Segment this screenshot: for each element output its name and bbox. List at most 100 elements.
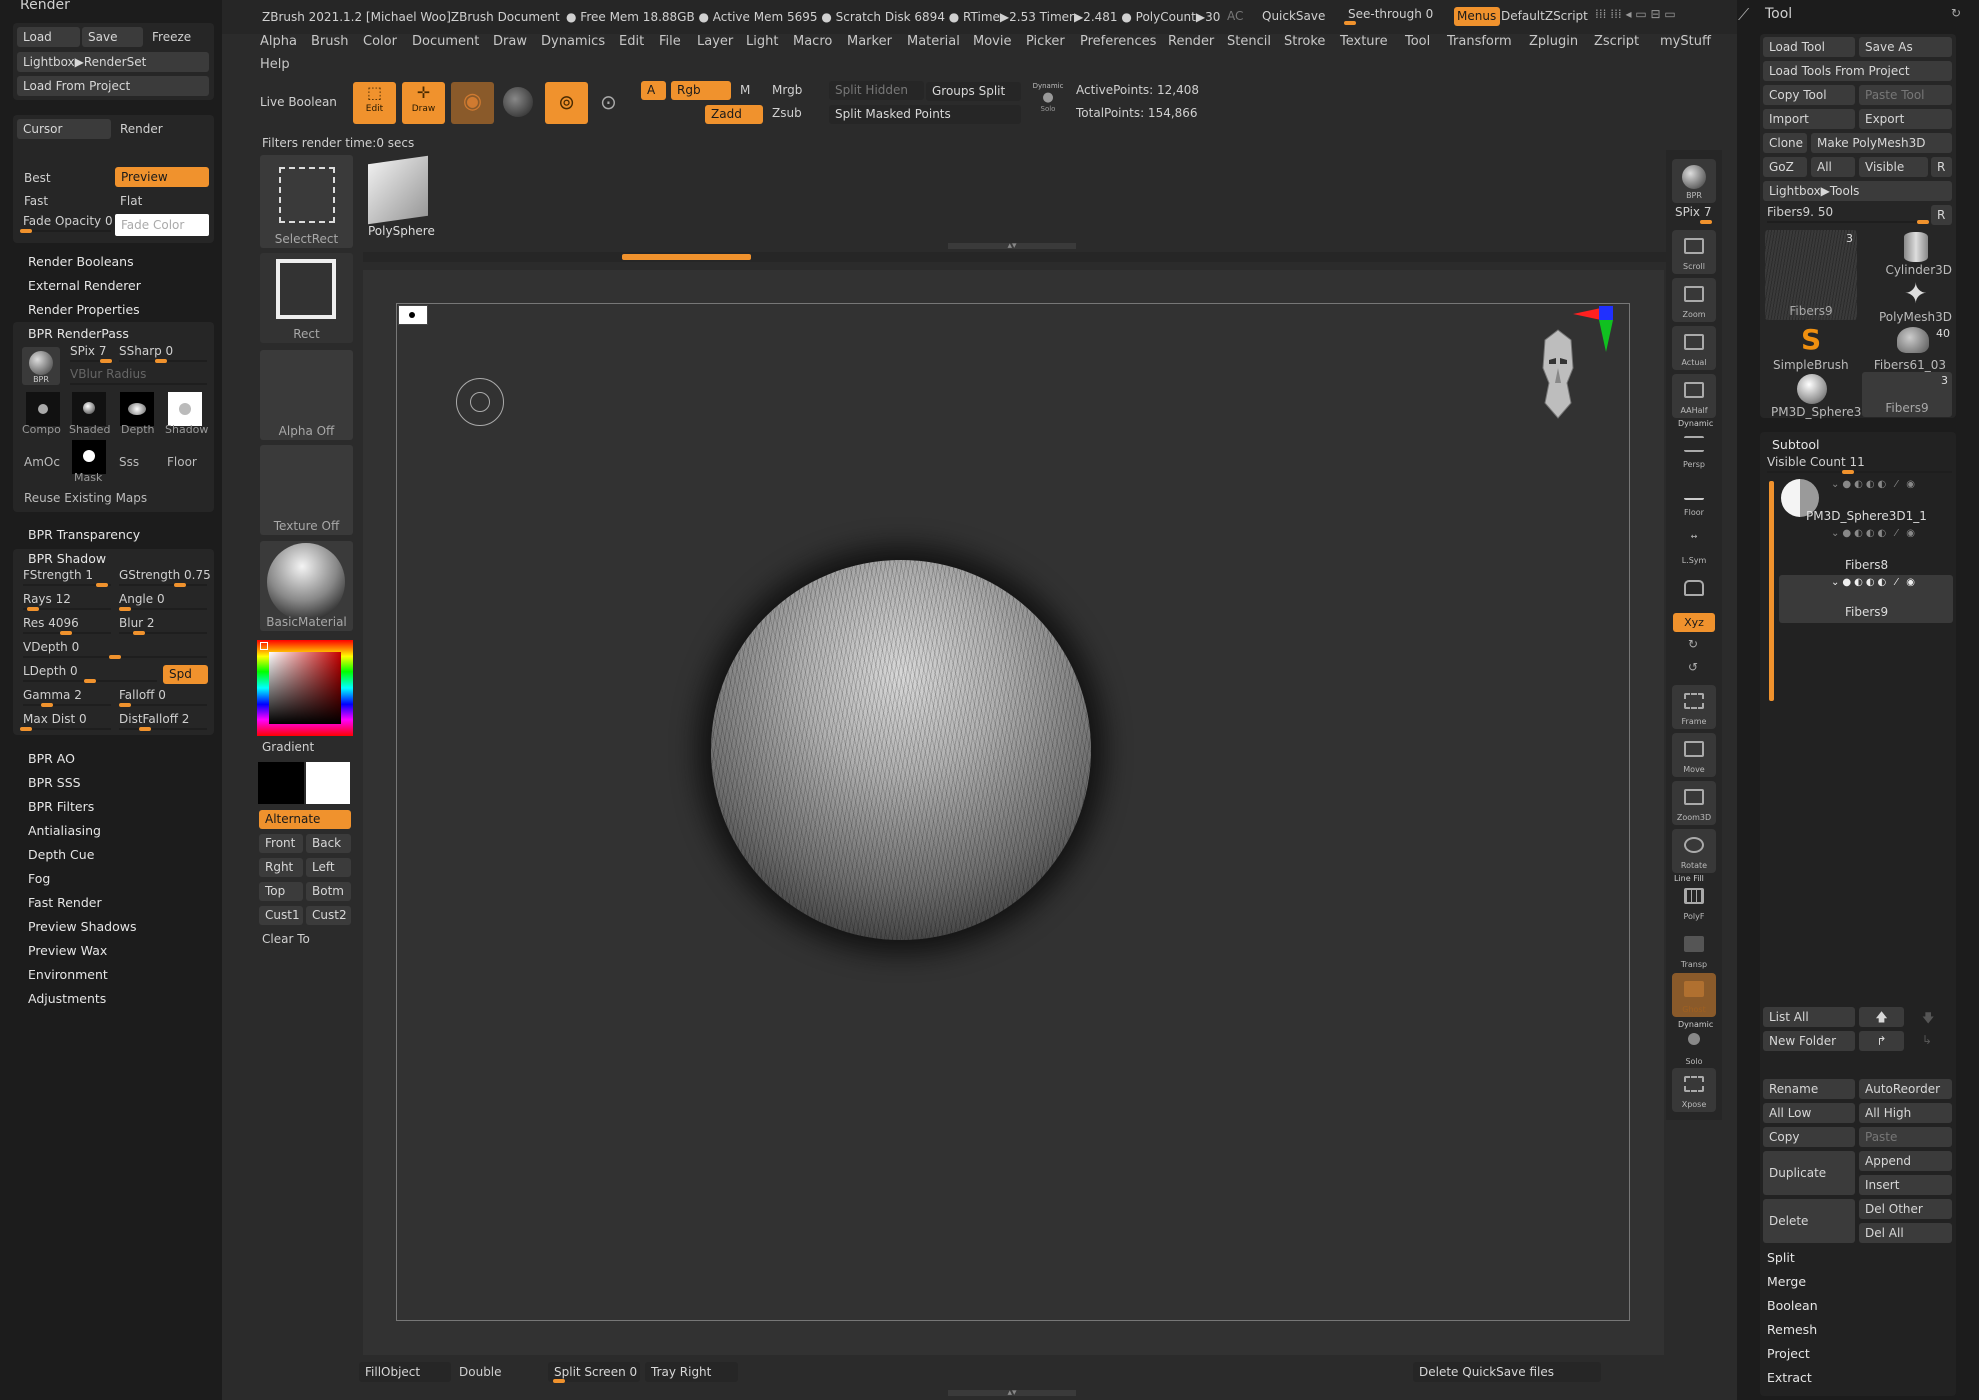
preview-button[interactable]: Preview: [115, 167, 209, 187]
menu-document[interactable]: Document: [412, 34, 479, 49]
scroll-button[interactable]: Scroll: [1672, 230, 1716, 274]
ac-label[interactable]: AC: [1227, 9, 1243, 23]
blur-slider[interactable]: Blur 2: [119, 616, 207, 636]
frame-button[interactable]: Frame: [1672, 685, 1716, 729]
menu-preferences[interactable]: Preferences: [1080, 34, 1156, 49]
arrow-down-icon[interactable]: 🡇: [1922, 1009, 1934, 1030]
fibers-tool-slider[interactable]: Fibers9. 50: [1767, 205, 1929, 225]
autoreorder-button[interactable]: AutoReorder: [1859, 1079, 1952, 1099]
lightbox-tools-button[interactable]: Lightbox▶Tools: [1763, 181, 1952, 201]
alternate-toggle[interactable]: Alternate: [259, 810, 351, 829]
rotate-button[interactable]: Rotate: [1672, 829, 1716, 873]
polyf-button[interactable]: PolyF: [1672, 880, 1716, 924]
groups-split-button[interactable]: Groups Split: [926, 82, 1021, 101]
persp-button[interactable]: Persp: [1672, 428, 1716, 472]
pass-shaded-thumb[interactable]: [72, 392, 106, 426]
menu-stencil[interactable]: Stencil: [1227, 34, 1271, 49]
polysphere-tool-tile[interactable]: PolySphere: [362, 152, 442, 242]
menu-alpha[interactable]: Alpha: [260, 34, 297, 49]
render-freeze-button[interactable]: Freeze: [152, 30, 191, 44]
tool-thumb-pm3d-sphere3[interactable]: PM3D_Sphere3: [1765, 372, 1861, 419]
zoom3d-button[interactable]: Zoom3D: [1672, 781, 1716, 825]
menu-edit[interactable]: Edit: [619, 34, 644, 49]
rename-button[interactable]: Rename: [1763, 1079, 1855, 1099]
texture-off-tile[interactable]: Texture Off: [260, 445, 353, 535]
best-button[interactable]: Best: [24, 171, 51, 185]
section-bpr-transparency[interactable]: BPR Transparency: [28, 527, 140, 542]
subtool-scrollbar[interactable]: [1769, 481, 1774, 701]
menu-texture[interactable]: Texture: [1340, 34, 1388, 49]
section-antialiasing[interactable]: Antialiasing: [28, 823, 101, 838]
folder-arrow-down-icon[interactable]: ↳: [1922, 1033, 1932, 1047]
menu-material[interactable]: Material: [907, 34, 960, 49]
spd-toggle[interactable]: Spd: [163, 665, 208, 684]
edit-button[interactable]: ⬚ Edit: [353, 82, 396, 124]
zoom-button[interactable]: Zoom: [1672, 278, 1716, 322]
section-boolean[interactable]: Boolean: [1767, 1298, 1818, 1313]
render-button[interactable]: Render: [120, 122, 163, 136]
section-fog[interactable]: Fog: [28, 871, 50, 886]
sculptris-pro-button[interactable]: ⊚: [545, 82, 588, 124]
rotate-axis-icon[interactable]: ↻: [1688, 637, 1698, 651]
pass-mask-thumb[interactable]: [72, 440, 106, 474]
live-boolean-button[interactable]: Live Boolean: [260, 95, 337, 109]
canvas-area[interactable]: [363, 270, 1664, 1355]
menu-mystuff[interactable]: myStuff: [1660, 34, 1711, 49]
draw-button[interactable]: ✛ Draw: [402, 82, 445, 124]
append-button[interactable]: Append: [1859, 1151, 1952, 1171]
view-back-button[interactable]: Back: [306, 834, 351, 853]
goz-r-button[interactable]: R: [1931, 157, 1952, 177]
split-hidden-button[interactable]: Split Hidden: [829, 81, 924, 100]
amoc-toggle[interactable]: AmOc: [24, 455, 60, 469]
visible-count-slider[interactable]: Visible Count 11: [1767, 455, 1952, 475]
import-button[interactable]: Import: [1763, 109, 1855, 129]
bpr-icon[interactable]: BPR: [22, 347, 60, 385]
render-lightbox-button[interactable]: Lightbox▶RenderSet: [17, 52, 209, 72]
export-button[interactable]: Export: [1859, 109, 1952, 129]
section-render-properties[interactable]: Render Properties: [28, 302, 140, 317]
folder-move-button[interactable]: ↱: [1859, 1031, 1904, 1051]
ghost-button[interactable]: Ghost: [1672, 973, 1716, 1017]
distfalloff-slider[interactable]: DistFalloff 2: [119, 712, 207, 732]
section-fast-render[interactable]: Fast Render: [28, 895, 102, 910]
split-screen-knob[interactable]: [553, 1379, 565, 1383]
scale-mode-icon[interactable]: [503, 87, 533, 117]
delete-button[interactable]: Delete: [1763, 1199, 1855, 1243]
all-low-button[interactable]: All Low: [1763, 1103, 1855, 1123]
section-external-renderer[interactable]: External Renderer: [28, 278, 141, 293]
res-slider[interactable]: Res 4096: [23, 616, 111, 636]
save-as-button[interactable]: Save As: [1859, 37, 1952, 57]
tool-thumb-polymesh3d[interactable]: ✦ PolyMesh3D: [1862, 277, 1952, 324]
menus-toggle[interactable]: Menus: [1454, 7, 1500, 26]
local-symmetry-button[interactable]: ↔ L.Sym: [1672, 524, 1716, 568]
mrgb-toggle[interactable]: Mrgb: [772, 83, 802, 97]
section-render-booleans[interactable]: Render Booleans: [28, 254, 134, 269]
fillobject-button[interactable]: FillObject: [359, 1362, 451, 1382]
paste-button[interactable]: Paste: [1859, 1127, 1952, 1147]
see-through-knob[interactable]: [1344, 21, 1356, 25]
rect-tile[interactable]: Rect: [260, 253, 353, 343]
menu-picker[interactable]: Picker: [1026, 34, 1065, 49]
section-bpr-filters[interactable]: BPR Filters: [28, 799, 94, 814]
goz-visible-button[interactable]: Visible: [1859, 157, 1928, 177]
clone-button[interactable]: Clone: [1763, 133, 1807, 153]
delete-quicksave-button[interactable]: Delete QuickSave files: [1413, 1362, 1601, 1382]
copy-button[interactable]: Copy: [1763, 1127, 1855, 1147]
timeline-indicator[interactable]: [622, 254, 751, 260]
spix-quick-knob[interactable]: [1700, 220, 1712, 224]
tray-handle-bottom[interactable]: ▴▾: [948, 1389, 1076, 1398]
gamma-slider[interactable]: Gamma 2: [23, 688, 111, 708]
double-button[interactable]: Double: [459, 1365, 502, 1379]
color-saturation-square[interactable]: [269, 652, 341, 724]
actual-button[interactable]: Actual: [1672, 326, 1716, 370]
tool-thumb-fibers9-b[interactable]: 3 Fibers9: [1862, 372, 1952, 417]
tool-thumb-fibers9[interactable]: 3 Fibers9: [1765, 230, 1857, 320]
section-bpr-shadow[interactable]: BPR Shadow: [28, 551, 106, 566]
dynamic-solo-button[interactable]: Dynamic ● Solo: [1030, 82, 1066, 124]
solo-button[interactable]: Solo: [1672, 1025, 1716, 1069]
material-tile[interactable]: BasicMaterial: [260, 541, 353, 631]
menu-light[interactable]: Light: [746, 34, 778, 49]
view-cust2-button[interactable]: Cust2: [306, 906, 351, 925]
menu-layer[interactable]: Layer: [697, 34, 733, 49]
subtool-visibility-icons[interactable]: ⌄●◐◐◐ ⁄ ◉: [1831, 479, 1918, 490]
